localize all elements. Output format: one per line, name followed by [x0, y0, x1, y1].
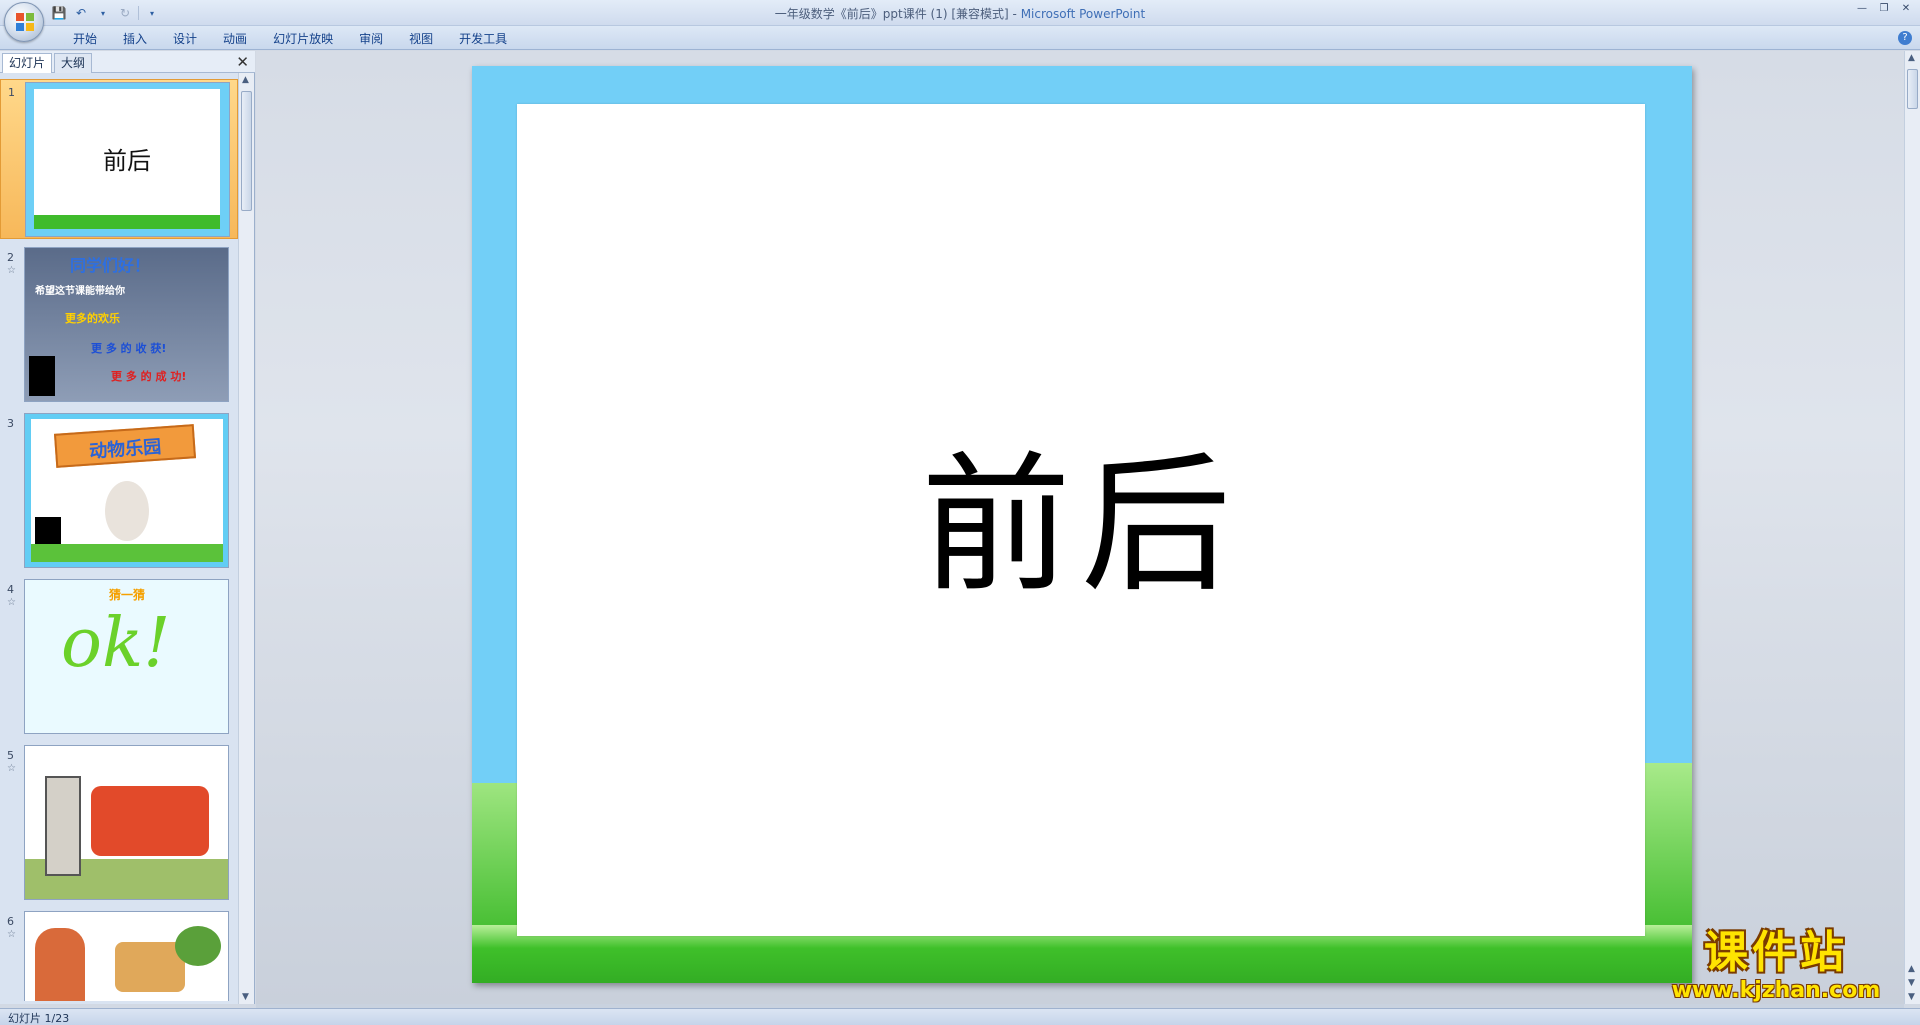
slides-panel: 幻灯片 大纲 ✕ 1 前后 2 ☆ 同学们好！ 希望这节课能带给你 更多的欢乐 … — [0, 51, 255, 1004]
scrollbar-thumb[interactable] — [1907, 69, 1918, 109]
slide-number: 6 — [7, 915, 14, 928]
tab-insert[interactable]: 插入 — [110, 30, 160, 48]
castle-illustration — [35, 928, 85, 1001]
slide-thumbnail[interactable] — [24, 745, 229, 900]
panel-tabs: 幻灯片 大纲 ✕ — [0, 51, 255, 73]
office-logo-icon — [16, 13, 34, 31]
close-icon[interactable]: ✕ — [1898, 2, 1914, 16]
thumbnail-slide-1[interactable]: 1 前后 — [0, 79, 238, 239]
thumbnail-scrollbar[interactable]: ▲ ▼ — [238, 73, 254, 1004]
thumbnail-slide-5[interactable]: 5 ☆ — [0, 743, 238, 903]
grass-decoration — [31, 544, 223, 562]
slide-indicator: 幻灯片 1/23 — [8, 1012, 70, 1025]
slide-number: 2 — [7, 251, 14, 264]
tab-slideshow[interactable]: 幻灯片放映 — [260, 30, 346, 48]
slide-thumbnail-list: 1 前后 2 ☆ 同学们好！ 希望这节课能带给你 更多的欢乐 更 多 的 收 获… — [0, 79, 238, 1001]
tree-illustration — [175, 926, 221, 966]
restore-icon[interactable]: ❐ — [1876, 2, 1892, 16]
thumbnail-slide-4[interactable]: 4 ☆ 猜一猜 ok! — [0, 577, 238, 737]
slide-paper: 前后 — [517, 104, 1645, 936]
thumbnail-heading: 猜一猜 — [109, 588, 146, 602]
animation-star-icon: ☆ — [7, 929, 16, 940]
office-button[interactable] — [4, 2, 44, 42]
slide-thumbnail[interactable] — [24, 911, 229, 1001]
window-controls: — ❐ ✕ — [1854, 2, 1914, 16]
slide-thumbnail[interactable]: 前后 — [25, 82, 230, 237]
slide-thumbnail[interactable]: 同学们好！ 希望这节课能带给你 更多的欢乐 更 多 的 收 获! 更 多 的 成… — [24, 247, 229, 402]
tab-outline[interactable]: 大纲 — [54, 53, 93, 73]
animation-star-icon: ☆ — [7, 597, 16, 608]
tab-view[interactable]: 视图 — [396, 30, 446, 48]
title-banner: 动物乐园 — [53, 424, 197, 468]
thumbnail-slide-2[interactable]: 2 ☆ 同学们好！ 希望这节课能带给你 更多的欢乐 更 多 的 收 获! 更 多… — [0, 245, 238, 405]
animation-star-icon: ☆ — [7, 265, 16, 276]
thumbnail-line: 更 多 的 成 功! — [111, 370, 187, 383]
bus-illustration — [91, 786, 209, 856]
title-separator: - — [1008, 7, 1021, 21]
thumbnail-line: 希望这节课能带给你 — [35, 286, 125, 297]
slide-number: 5 — [7, 749, 14, 762]
thumbnail-line: 更 多 的 收 获! — [91, 342, 167, 355]
thumbnail-canvas: 动物乐园 — [31, 419, 223, 562]
tab-developer[interactable]: 开发工具 — [446, 30, 520, 48]
slide-thumbnail[interactable]: 猜一猜 ok! — [24, 579, 229, 734]
thumbnail-slide-6[interactable]: 6 ☆ — [0, 909, 238, 1001]
animation-star-icon: ☆ — [7, 763, 16, 774]
slide-thumbnail[interactable]: 动物乐园 — [24, 413, 229, 568]
minimize-icon[interactable]: — — [1854, 2, 1870, 16]
tab-animation[interactable]: 动画 — [210, 30, 260, 48]
tab-home[interactable]: 开始 — [60, 30, 110, 48]
help-icon[interactable]: ? — [1898, 31, 1912, 45]
thumbnail-line: 更多的欢乐 — [65, 312, 120, 325]
grass-decoration — [1644, 763, 1692, 943]
previous-slide-icon[interactable]: ▲ — [1908, 964, 1915, 974]
tab-review[interactable]: 审阅 — [346, 30, 396, 48]
slide-number: 1 — [8, 86, 15, 99]
thumbnail-heading: 动物乐园 — [88, 436, 162, 463]
application-name: Microsoft PowerPoint — [1020, 7, 1146, 21]
ribbon-tab-bar: 开始 插入 设计 动画 幻灯片放映 审阅 视图 开发工具 ? — [0, 26, 1920, 50]
tab-design[interactable]: 设计 — [160, 30, 210, 48]
tab-slides[interactable]: 幻灯片 — [2, 53, 53, 73]
document-name: 一年级数学《前后》ppt课件 (1) [兼容模式] — [774, 7, 1009, 21]
slide-editor: 前后 — [256, 51, 1904, 1004]
bus-stop-sign — [45, 776, 81, 876]
title-bar: 💾 ↶ ▾ ↻ ▾ 一年级数学《前后》ppt课件 (1) [兼容模式] - Mi… — [0, 0, 1920, 26]
ribbon-tabs: 开始 插入 设计 动画 幻灯片放映 审阅 视图 开发工具 — [60, 30, 520, 48]
scroll-down-icon[interactable]: ▼ — [242, 992, 249, 1002]
watermark-text: 课件站 — [1704, 927, 1848, 978]
thumbnail-title: 前后 — [103, 147, 151, 175]
status-bar: 幻灯片 1/23 — [0, 1008, 1920, 1025]
scroll-up-icon[interactable]: ▲ — [242, 75, 249, 85]
slide-title[interactable]: 前后 — [517, 404, 1645, 621]
editor-scrollbar[interactable]: ▲ ▲ ▼ ▼ — [1904, 51, 1920, 1004]
thumbnail-heading: 同学们好！ — [70, 256, 151, 275]
watermark-url: www.kjzhan.com — [1671, 978, 1881, 1003]
watermark-logo: 课件站 www.kjzhan.com — [1656, 927, 1896, 1004]
scroll-down-icon[interactable]: ▼ — [1908, 992, 1915, 1002]
mouse-illustration — [105, 481, 149, 541]
thumbnail-canvas: 前后 — [34, 89, 220, 229]
video-icon — [29, 356, 55, 396]
slide-number: 3 — [7, 417, 14, 430]
current-slide[interactable]: 前后 — [472, 66, 1692, 983]
grass-decoration — [472, 783, 518, 943]
scrollbar-thumb[interactable] — [241, 91, 252, 211]
slide-number: 4 — [7, 583, 14, 596]
thumbnail-text: ok! — [61, 604, 171, 683]
grass-decoration — [34, 215, 220, 229]
scroll-up-icon[interactable]: ▲ — [1908, 53, 1915, 63]
next-slide-icon[interactable]: ▼ — [1908, 978, 1915, 988]
close-icon[interactable]: ✕ — [236, 53, 249, 71]
thumbnail-slide-3[interactable]: 3 动物乐园 — [0, 411, 238, 571]
window-title: 一年级数学《前后》ppt课件 (1) [兼容模式] - Microsoft Po… — [0, 5, 1920, 22]
